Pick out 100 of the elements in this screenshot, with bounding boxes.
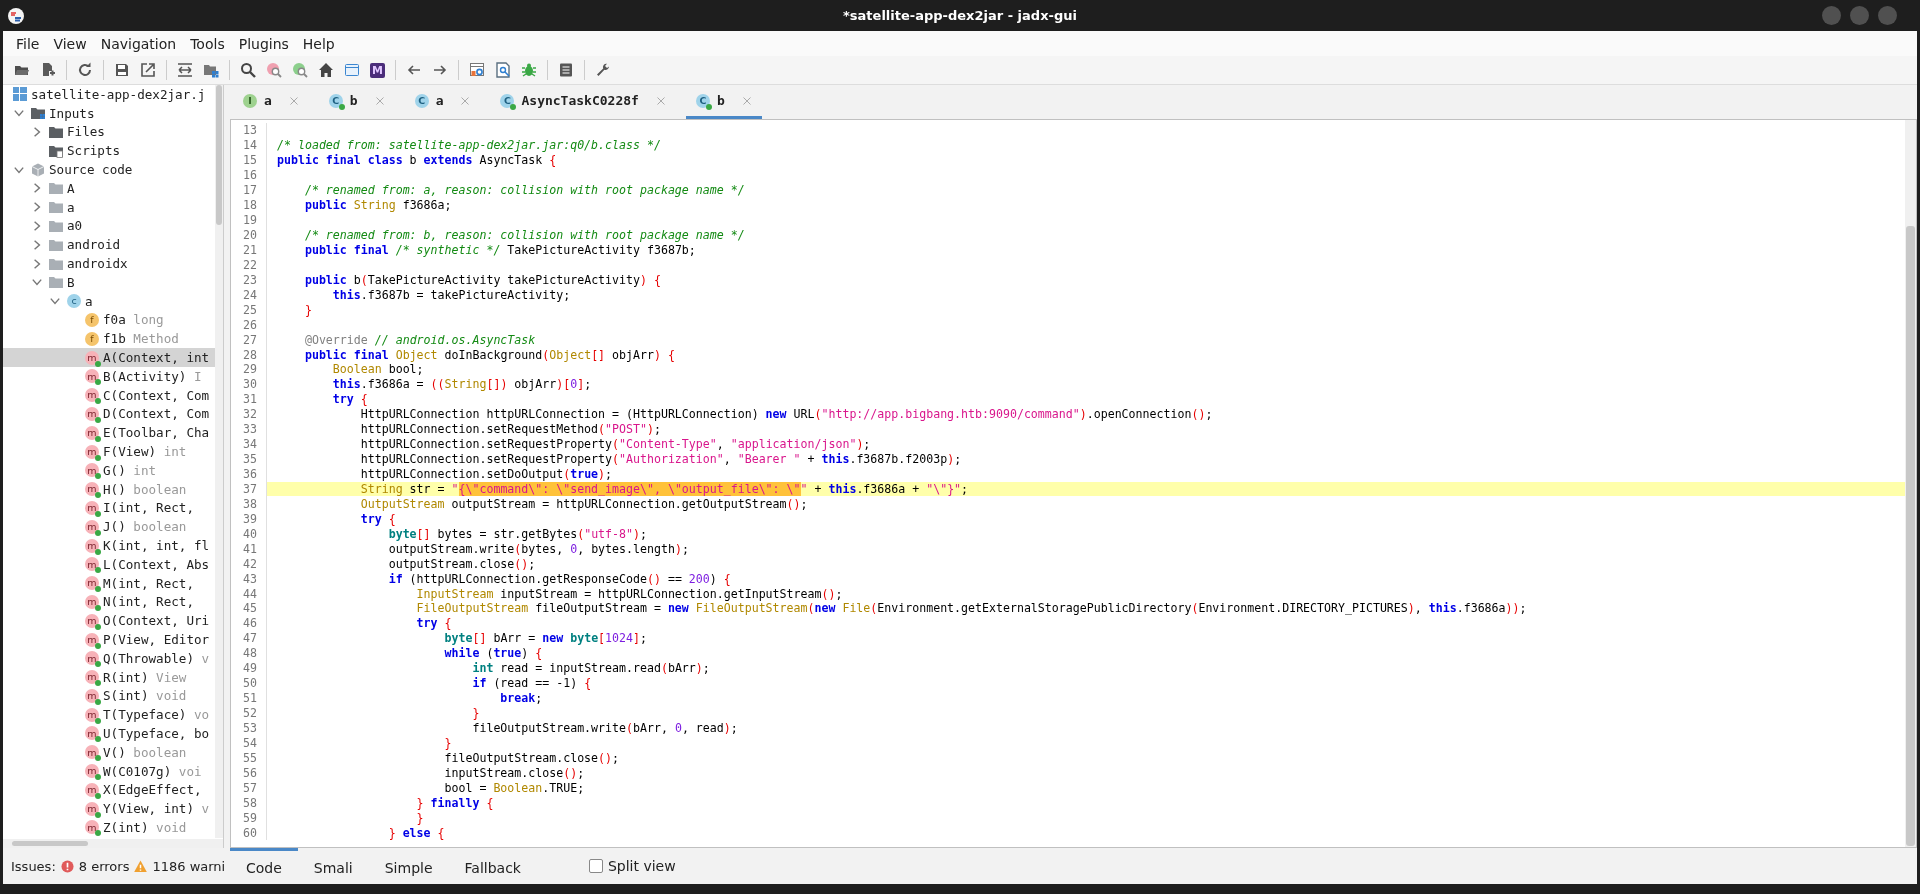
- code-line: httpURLConnection.setRequestProperty("Authorization", "Bearer " + this.f3687b.f2003p);: [359, 452, 962, 467]
- package-icon[interactable]: [203, 62, 219, 78]
- bug-icon[interactable]: [521, 62, 537, 78]
- tree-item[interactable]: m K(int, int, fl: [3, 536, 215, 555]
- folder-icon: [49, 125, 63, 139]
- editor-tab[interactable]: C b: [318, 85, 395, 119]
- tree-item[interactable]: m A(Context, int: [3, 348, 215, 367]
- search-text-icon[interactable]: [292, 62, 308, 78]
- tree-item[interactable]: m V() boolean: [3, 742, 215, 762]
- save-icon[interactable]: [114, 62, 130, 78]
- menu-item[interactable]: Tools: [183, 33, 232, 54]
- tree-item[interactable]: c a: [3, 291, 215, 311]
- chevron-right-icon[interactable]: [31, 257, 43, 270]
- settings-window-icon[interactable]: [469, 62, 485, 78]
- tree-item[interactable]: f f0a long: [3, 310, 215, 330]
- tree-item[interactable]: m N(int, Rect,: [3, 592, 215, 612]
- tree-item[interactable]: m L(Context, Abs: [3, 554, 215, 574]
- scrollbar[interactable]: [215, 85, 223, 838]
- tree-item[interactable]: a0: [3, 216, 215, 236]
- file-search-icon[interactable]: [495, 62, 511, 78]
- menu-item[interactable]: Help: [295, 33, 342, 54]
- split-view-checkbox[interactable]: Split view: [588, 848, 676, 884]
- tree-item[interactable]: m G() int: [3, 460, 215, 480]
- tree-item[interactable]: m D(Context, Com: [3, 404, 215, 424]
- tree-item[interactable]: androidx: [3, 254, 215, 273]
- m-icon[interactable]: M: [370, 62, 385, 78]
- tree-item[interactable]: m R(int) View: [3, 667, 215, 687]
- search-class-icon[interactable]: [266, 62, 282, 78]
- tree-item[interactable]: m J() boolean: [3, 517, 215, 537]
- editor-tab[interactable]: C AsyncTaskC0228f: [490, 85, 676, 119]
- tree-item[interactable]: a: [3, 197, 215, 217]
- code-line: public final Object doInBackground(Object[] objArr) {: [303, 347, 675, 362]
- code-line: } finally {: [415, 795, 494, 810]
- code-line: public b(TakePictureActivity takePictureActivity) {: [303, 272, 661, 287]
- scrollbar[interactable]: [1905, 120, 1916, 847]
- menu-item[interactable]: File: [9, 33, 47, 54]
- tree-item[interactable]: Scripts: [3, 141, 215, 161]
- tree-item[interactable]: m P(View, Editor: [3, 630, 215, 649]
- tree-item[interactable]: Source code: [3, 160, 215, 179]
- editor-tab[interactable]: C a: [404, 85, 481, 119]
- class-icon: C: [414, 93, 429, 108]
- code-line: httpURLConnection.setRequestMethod("POST");: [359, 422, 661, 437]
- package-folder-icon: [49, 256, 63, 271]
- class-icon: C: [695, 93, 710, 108]
- tree-item[interactable]: Inputs: [3, 103, 215, 123]
- tree-item[interactable]: m O(Context, Uri: [3, 611, 215, 631]
- tree-item[interactable]: m Y(View, int) v: [3, 799, 215, 819]
- warning-count[interactable]: 1186 warni: [152, 858, 226, 874]
- tree-item[interactable]: m E(Toolbar, Cha: [3, 423, 215, 443]
- field-icon: f: [85, 312, 99, 327]
- code-line: String str = "{\"command\": \"send_image\", \"output_file\": \"" + this.f3686a + "\"}";: [359, 481, 969, 496]
- chevron-right-icon[interactable]: [31, 219, 43, 232]
- wrench-icon[interactable]: [595, 62, 611, 78]
- tree-item[interactable]: f f1b Method: [3, 329, 215, 349]
- log-icon[interactable]: [558, 62, 574, 78]
- view-mode-tab[interactable]: Fallback: [448, 848, 537, 884]
- chevron-right-icon[interactable]: [31, 182, 43, 195]
- code-line: } else {: [387, 825, 445, 840]
- tree-item[interactable]: m X(EdgeEffect,: [3, 780, 215, 800]
- tree-item[interactable]: B: [3, 272, 215, 292]
- tree-item[interactable]: m U(Typeface, bo: [3, 724, 215, 743]
- view-mode-tab[interactable]: Simple: [368, 848, 449, 884]
- add-file-icon[interactable]: [40, 62, 56, 78]
- editor-tab[interactable]: I a: [233, 85, 309, 119]
- tree-item[interactable]: m H() boolean: [3, 479, 215, 499]
- tree-item[interactable]: satellite-app-dex2jar.j: [3, 85, 215, 104]
- tree-item[interactable]: Files: [3, 122, 215, 142]
- reload-icon[interactable]: [77, 62, 93, 78]
- home-icon[interactable]: [318, 62, 334, 78]
- tree-item[interactable]: A: [3, 179, 215, 198]
- search-icon[interactable]: [240, 62, 256, 78]
- tree-item[interactable]: m W(C0107g) voi: [3, 761, 215, 781]
- tree-item[interactable]: m S(int) void: [3, 686, 215, 706]
- expand-icon[interactable]: [177, 62, 193, 78]
- window-icon[interactable]: [344, 62, 360, 78]
- menu-item[interactable]: Navigation: [93, 33, 184, 54]
- chevron-right-icon[interactable]: [31, 238, 43, 251]
- method-icon: m: [85, 425, 99, 440]
- menu-item[interactable]: View: [46, 33, 94, 54]
- tree-item[interactable]: m Z(int) void: [3, 818, 215, 837]
- tree-item[interactable]: m F(View) int: [3, 442, 215, 461]
- error-count[interactable]: 8 errors: [78, 858, 130, 874]
- chevron-right-icon[interactable]: [31, 201, 43, 214]
- code-line: int read = inputStream.read(bArr);: [471, 661, 710, 676]
- tree-item[interactable]: m B(Activity) I: [3, 366, 215, 386]
- scrollbar[interactable]: [3, 839, 223, 848]
- menu-item[interactable]: Plugins: [231, 33, 296, 54]
- view-mode-tab[interactable]: Code: [230, 848, 298, 884]
- code-line: }: [443, 735, 452, 750]
- tree-item[interactable]: m M(int, Rect,: [3, 573, 215, 593]
- export-icon[interactable]: [140, 62, 156, 78]
- scripts-folder-icon: [49, 143, 63, 158]
- tree-item[interactable]: android: [3, 235, 215, 255]
- tree-item[interactable]: m C(Context, Com: [3, 385, 215, 405]
- code-line: httpURLConnection.setRequestProperty("Content-Type", "application/json");: [359, 437, 871, 452]
- tree-item[interactable]: m T(Typeface) vo: [3, 705, 215, 725]
- view-mode-tab[interactable]: Smali: [297, 848, 369, 884]
- tree-item[interactable]: m I(int, Rect,: [3, 498, 215, 518]
- tree-item[interactable]: m Q(Throwable) v: [3, 648, 215, 668]
- chevron-right-icon[interactable]: [31, 126, 43, 138]
